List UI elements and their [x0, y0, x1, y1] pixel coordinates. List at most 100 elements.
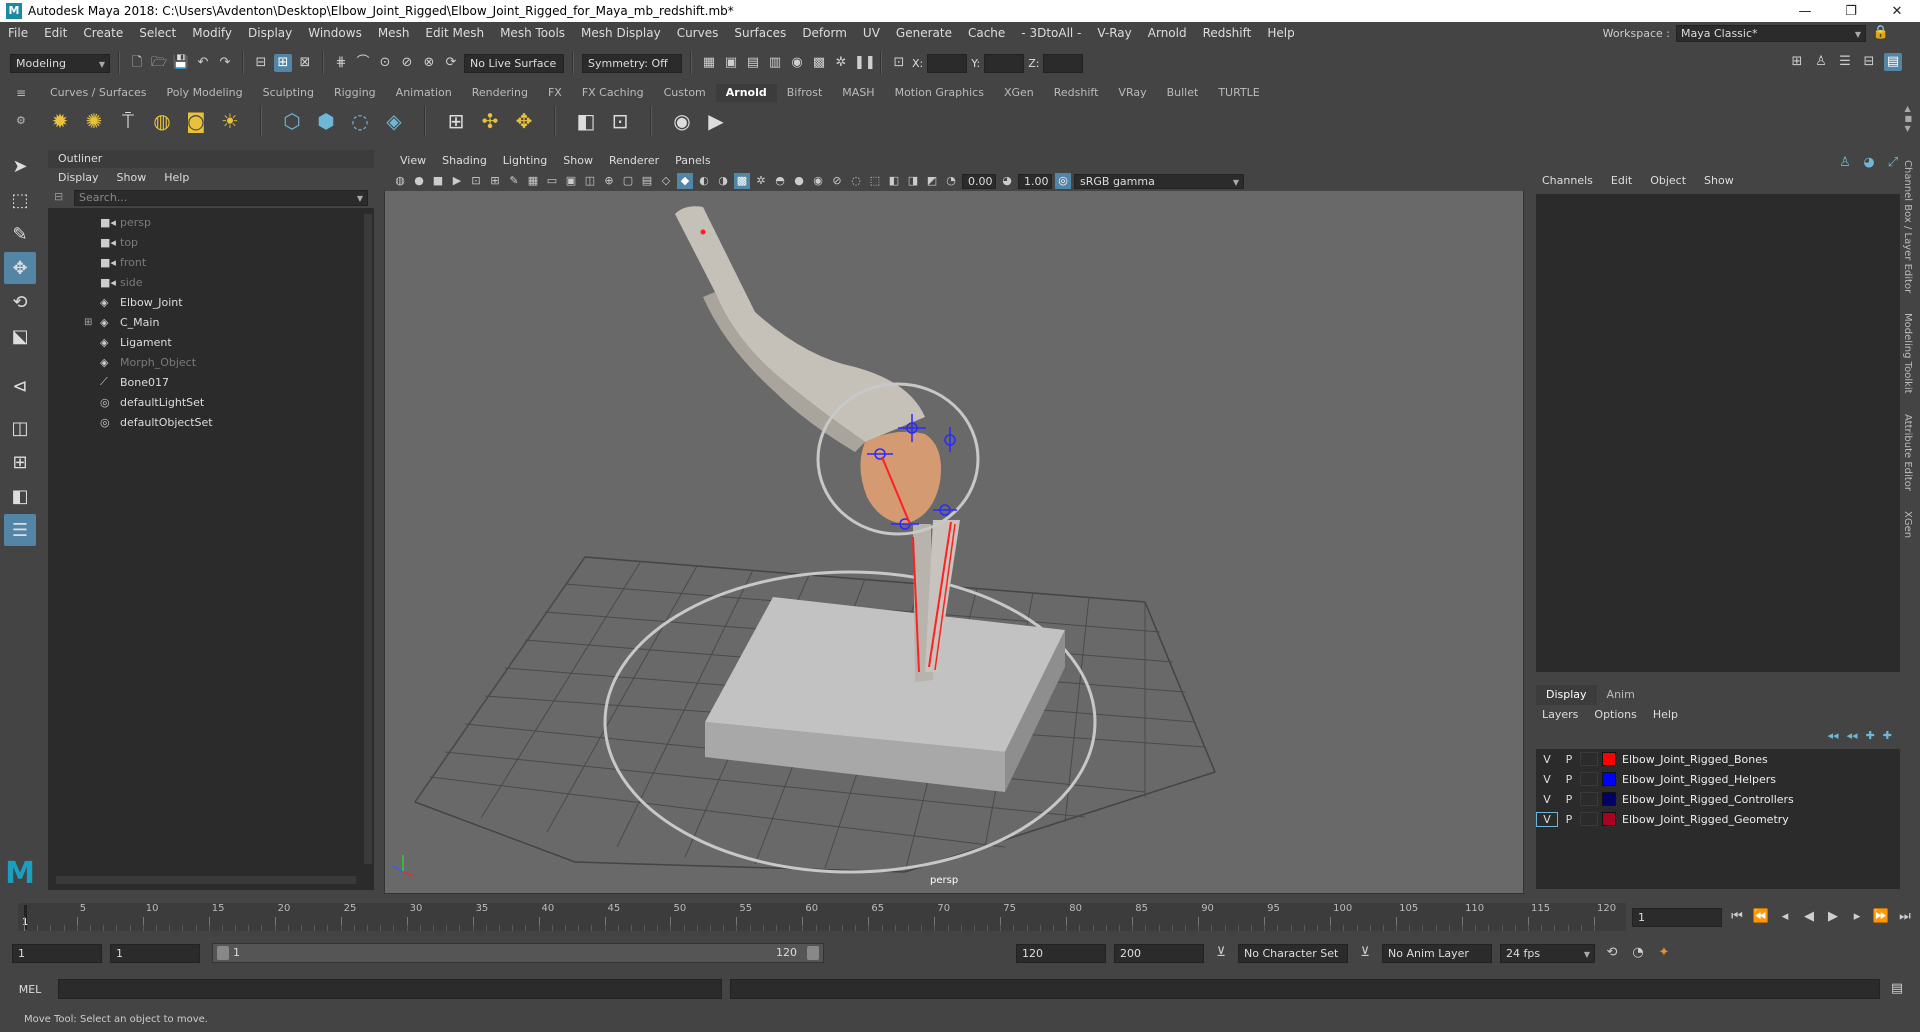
- outliner-item[interactable]: ⊞ ◈ C_Main: [48, 312, 374, 332]
- menu-set-dropdown[interactable]: Modeling: [10, 53, 110, 73]
- command-language-label[interactable]: MEL: [10, 983, 50, 996]
- shelf-tab-vray[interactable]: VRay: [1108, 84, 1156, 102]
- outliner-item[interactable]: ■◂ top: [48, 232, 374, 252]
- xray-components-icon[interactable]: ◩: [924, 173, 940, 189]
- ipr-render-icon[interactable]: ▤: [744, 54, 762, 72]
- two-view-icon[interactable]: ◧: [4, 480, 36, 512]
- workspace-dropdown[interactable]: Maya Classic*: [1676, 24, 1866, 42]
- select-tool-icon[interactable]: ➤: [4, 150, 36, 182]
- minimize-button[interactable]: —: [1782, 4, 1828, 19]
- shelf-tab-fx[interactable]: FX: [538, 84, 572, 102]
- modeling-toolkit-icon[interactable]: ⊞: [1788, 53, 1806, 71]
- menu-file[interactable]: File: [0, 26, 36, 40]
- menu-surfaces[interactable]: Surfaces: [726, 26, 794, 40]
- snap-curve-icon[interactable]: ⌒: [354, 54, 372, 72]
- animation-start-field[interactable]: 1: [12, 943, 102, 963]
- anim-layer-dropdown[interactable]: No Anim Layer: [1382, 943, 1492, 963]
- single-view-icon[interactable]: ◫: [4, 412, 36, 444]
- time-slider[interactable]: 1 5 10 15 20 25 30 35 40 45 50 55 60 65 70 75 80 85 90 95 1…: [18, 903, 1626, 931]
- smooth-shade-icon[interactable]: ◆: [677, 173, 693, 189]
- snap-live-icon[interactable]: ⟳: [442, 54, 460, 72]
- shelf-tab-animation[interactable]: Animation: [386, 84, 462, 102]
- safe-title-icon[interactable]: ▤: [639, 173, 655, 189]
- display-type-toggle[interactable]: [1580, 792, 1598, 806]
- safe-action-icon[interactable]: ▢: [620, 173, 636, 189]
- menu-uv[interactable]: UV: [855, 26, 888, 40]
- channel-box-content[interactable]: [1536, 194, 1900, 672]
- preferences-icon[interactable]: ✦: [1655, 944, 1673, 962]
- channel-menu-channels[interactable]: Channels: [1542, 170, 1593, 192]
- shelf-tab-rendering[interactable]: Rendering: [462, 84, 538, 102]
- play-forward-icon[interactable]: ▶: [1824, 908, 1842, 926]
- visibility-toggle[interactable]: V: [1536, 811, 1558, 827]
- menu-mesh-tools[interactable]: Mesh Tools: [492, 26, 573, 40]
- menu-edit[interactable]: Edit: [36, 26, 75, 40]
- attribute-editor-icon[interactable]: ☰: [1836, 53, 1854, 71]
- display-type-toggle[interactable]: [1580, 772, 1598, 786]
- grid-icon[interactable]: ▦: [525, 173, 541, 189]
- shelf-tab-redshift[interactable]: Redshift: [1044, 84, 1109, 102]
- shelf-tab-poly-modeling[interactable]: Poly Modeling: [157, 84, 253, 102]
- viewport-menu-shading[interactable]: Shading: [434, 151, 495, 171]
- shelf-tab-curves-surfaces[interactable]: Curves / Surfaces: [40, 84, 157, 102]
- wireframe-on-shaded-icon[interactable]: ▩: [734, 173, 750, 189]
- move-tool-icon[interactable]: ✥: [4, 252, 36, 284]
- range-end-handle[interactable]: [807, 946, 819, 960]
- display-type-toggle[interactable]: [1580, 812, 1598, 826]
- curve-collector-icon[interactable]: ◌: [346, 107, 374, 135]
- snap-grid-icon[interactable]: ⋕: [332, 54, 350, 72]
- shelf-tab-motion-graphics[interactable]: Motion Graphics: [885, 84, 994, 102]
- side-tab-attribute-editor[interactable]: Attribute Editor: [1902, 414, 1913, 491]
- gamma-icon[interactable]: ◕: [999, 173, 1015, 189]
- visibility-toggle[interactable]: V: [1536, 793, 1558, 806]
- playback-end-field[interactable]: 120: [1016, 943, 1106, 963]
- bookmark-icon[interactable]: ■: [430, 173, 446, 189]
- menu-3dtoall[interactable]: - 3DtoAll -: [1013, 26, 1089, 40]
- z-field[interactable]: [1043, 53, 1084, 73]
- step-back-frame-icon[interactable]: ◂: [1776, 908, 1794, 926]
- snap-point-icon[interactable]: ⊙: [376, 54, 394, 72]
- isolate-select-icon[interactable]: ⬚: [867, 173, 883, 189]
- xray-icon[interactable]: ◧: [886, 173, 902, 189]
- menu-cache[interactable]: Cache: [960, 26, 1013, 40]
- symmetry-dropdown[interactable]: Symmetry: Off: [582, 53, 682, 73]
- resolution-gate-icon[interactable]: ▣: [563, 173, 579, 189]
- layer-row[interactable]: V P Elbow_Joint_Rigged_Helpers: [1536, 769, 1900, 789]
- go-to-start-icon[interactable]: ⏮: [1728, 908, 1746, 926]
- tx-manager-icon[interactable]: ✥: [510, 107, 538, 135]
- depth-of-field-icon[interactable]: ◌: [848, 173, 864, 189]
- select-hierarchy-icon[interactable]: ⊟: [252, 54, 270, 72]
- layer-color-swatch[interactable]: [1602, 752, 1616, 766]
- paint-select-icon[interactable]: ✎: [4, 218, 36, 250]
- lock-camera-icon[interactable]: ●: [411, 173, 427, 189]
- outliner-item[interactable]: ■◂ side: [48, 272, 374, 292]
- select-camera-icon[interactable]: ◍: [392, 173, 408, 189]
- outliner-item[interactable]: ◈ Ligament: [48, 332, 374, 352]
- fps-dropdown[interactable]: 24 fps: [1500, 943, 1595, 963]
- color-space-dropdown[interactable]: sRGB gamma: [1074, 173, 1244, 189]
- menu-deform[interactable]: Deform: [794, 26, 855, 40]
- physical-sky-icon[interactable]: ☀: [216, 107, 244, 135]
- menu-curves[interactable]: Curves: [669, 26, 727, 40]
- y-field[interactable]: [984, 53, 1025, 73]
- outliner-layout-icon[interactable]: ☰: [4, 514, 36, 546]
- skydome-light-icon[interactable]: ◍: [148, 107, 176, 135]
- shelf-tab-custom[interactable]: Custom: [654, 84, 716, 102]
- menu-redshift[interactable]: Redshift: [1195, 26, 1260, 40]
- viewport-menu-show[interactable]: Show: [555, 151, 601, 171]
- scale-tool-icon[interactable]: ⬕: [4, 320, 36, 352]
- lasso-tool-icon[interactable]: ⬚: [4, 184, 36, 216]
- channel-menu-show[interactable]: Show: [1704, 170, 1734, 192]
- volume-icon[interactable]: ◈: [380, 107, 408, 135]
- xray-joints-icon[interactable]: ◨: [905, 173, 921, 189]
- textured-icon[interactable]: ◑: [715, 173, 731, 189]
- image-plane-icon[interactable]: ⊡: [468, 173, 484, 189]
- create-shader-icon[interactable]: ⊞: [442, 107, 470, 135]
- outliner-item[interactable]: ⟋ Bone017: [48, 372, 374, 392]
- step-forward-key-icon[interactable]: ⏩: [1872, 908, 1890, 926]
- anim-layer-icon[interactable]: ⊻: [1356, 944, 1374, 962]
- play-backward-icon[interactable]: ◀: [1800, 908, 1818, 926]
- layer-row[interactable]: V P Elbow_Joint_Rigged_Geometry: [1536, 809, 1900, 829]
- gate-mask-icon[interactable]: ◫: [582, 173, 598, 189]
- film-gate-icon[interactable]: ▭: [544, 173, 560, 189]
